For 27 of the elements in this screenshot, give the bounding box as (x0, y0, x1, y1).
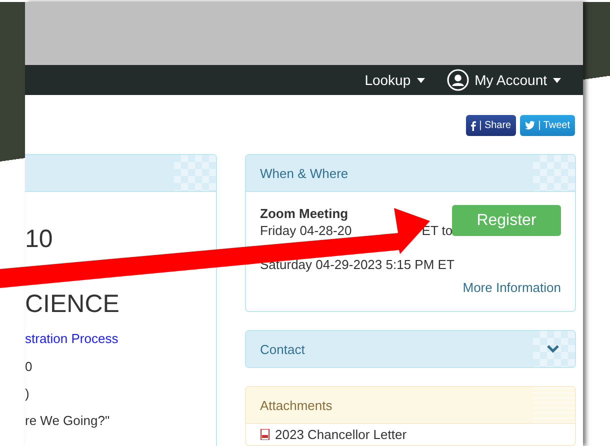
header-pattern (533, 155, 575, 191)
event-title: 10 (25, 224, 54, 255)
caret-icon (553, 78, 561, 82)
chevron-down-icon[interactable] (547, 345, 559, 353)
panel-title: When & Where (260, 166, 348, 180)
more-information-link[interactable]: More Information (462, 280, 561, 295)
document-icon (260, 429, 270, 440)
description-text: ) (25, 385, 30, 403)
user-icon (446, 69, 469, 91)
facebook-icon (471, 120, 476, 130)
header-pattern (174, 155, 216, 191)
description-text: re We Going?" (25, 412, 111, 430)
caret-icon (416, 78, 425, 82)
header-pattern (533, 387, 575, 423)
facebook-share-button[interactable]: | Share (466, 115, 516, 136)
account-menu[interactable]: My Account (446, 69, 561, 91)
date-text: Friday 04-28-20 (260, 222, 352, 240)
lookup-menu[interactable]: Lookup (364, 72, 425, 88)
panel-title[interactable]: Contact (260, 342, 305, 356)
event-location: Zoom Meeting (260, 206, 350, 221)
attachment-link[interactable]: 2023 Chancellor Letter (275, 427, 407, 442)
bird-icon (525, 121, 536, 130)
panel-title: Attachments (260, 398, 332, 412)
event-title: CIENCE (25, 289, 120, 320)
header-pattern (533, 331, 575, 367)
registration-link[interactable]: stration Process (25, 325, 216, 353)
description-text: 0 (25, 358, 34, 376)
